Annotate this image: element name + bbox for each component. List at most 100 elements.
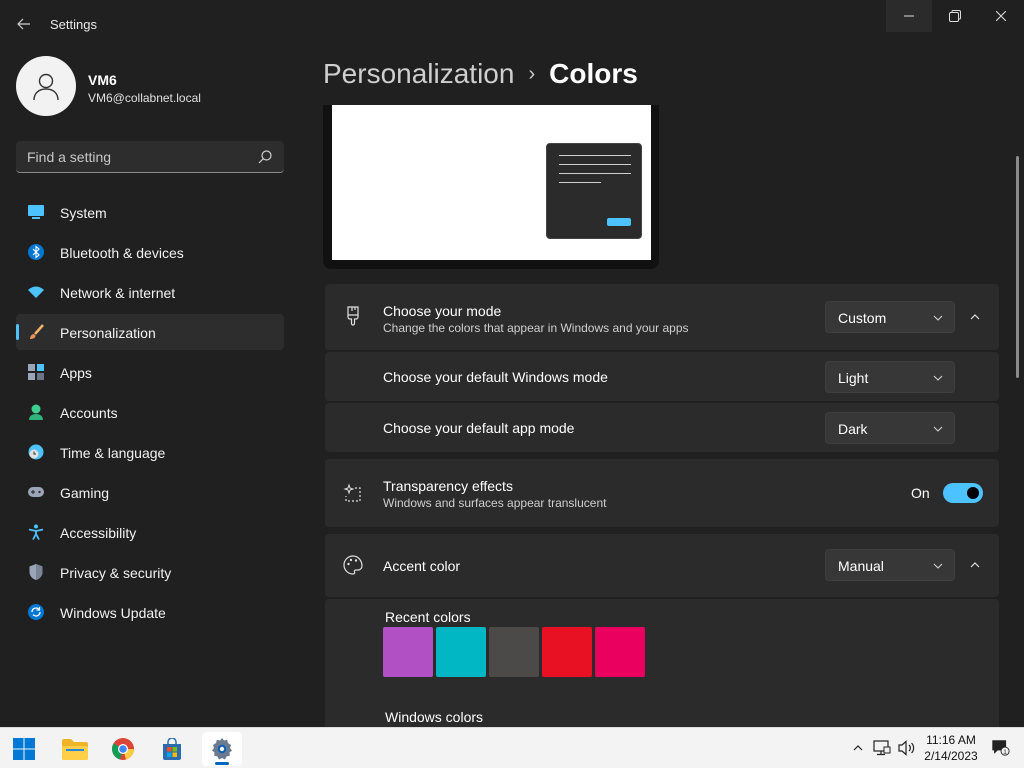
sidebar-item-personalization[interactable]: Personalization	[16, 314, 284, 350]
sidebar-item-label: Accessibility	[60, 525, 137, 541]
chevron-down-icon	[933, 315, 943, 321]
windows-mode-value: Light	[838, 370, 869, 386]
sidebar-item-privacy[interactable]: Privacy & security	[16, 554, 284, 590]
preview-line	[559, 182, 601, 183]
sidebar-item-time-language[interactable]: Time & language	[16, 434, 284, 470]
transparency-toggle[interactable]	[943, 483, 983, 503]
preview-accent-button	[607, 218, 631, 226]
sidebar-item-gaming[interactable]: Gaming	[16, 474, 284, 510]
app-title: Settings	[50, 17, 97, 32]
mode-collapse-button[interactable]	[963, 305, 987, 329]
sidebar-item-label: Bluetooth & devices	[60, 245, 184, 261]
start-button[interactable]	[4, 732, 44, 766]
back-button[interactable]	[12, 12, 36, 36]
taskbar: 11:16 AM 2/14/2023 1	[0, 727, 1024, 768]
mode-dropdown[interactable]: Custom	[825, 301, 955, 333]
page-title: Colors	[549, 58, 638, 89]
accent-dropdown[interactable]: Manual	[825, 549, 955, 581]
clock-date: 2/14/2023	[924, 749, 978, 763]
recent-color-swatch[interactable]	[383, 627, 433, 677]
minimize-button[interactable]	[886, 0, 932, 32]
accent-colors-panel: Recent colors Windows colors	[325, 599, 999, 727]
restore-icon	[949, 10, 961, 22]
close-button[interactable]	[978, 0, 1024, 32]
update-icon	[28, 604, 44, 620]
transparency-state-label: On	[911, 485, 930, 501]
windows-mode-row: Choose your default Windows mode Light	[325, 352, 999, 401]
sidebar-item-label: Personalization	[60, 325, 156, 341]
mode-subtitle: Change the colors that appear in Windows…	[383, 321, 689, 335]
shield-icon	[29, 564, 43, 580]
recent-color-swatch[interactable]	[436, 627, 486, 677]
windows-mode-dropdown[interactable]: Light	[825, 361, 955, 393]
sidebar-item-accounts[interactable]: Accounts	[16, 394, 284, 430]
wifi-icon	[28, 286, 44, 298]
sidebar-item-label: Gaming	[60, 485, 110, 501]
tray-overflow-button[interactable]	[849, 739, 867, 757]
transparency-title: Transparency effects	[383, 478, 513, 494]
sidebar-item-label: Apps	[60, 365, 92, 381]
taskbar-clock[interactable]: 11:16 AM 2/14/2023	[916, 732, 986, 764]
person-avatar-icon	[33, 73, 59, 101]
accent-card[interactable]: Accent color Manual	[325, 534, 999, 597]
mode-card[interactable]: Choose your mode Change the colors that …	[325, 284, 999, 350]
mode-title: Choose your mode	[383, 303, 502, 319]
sidebar-item-apps[interactable]: Apps	[16, 354, 284, 390]
notification-button[interactable]: 1	[992, 739, 1010, 757]
scrollbar[interactable]	[1016, 156, 1019, 378]
taskbar-store[interactable]	[152, 732, 192, 766]
recent-color-swatch[interactable]	[542, 627, 592, 677]
recent-color-swatch[interactable]	[595, 627, 645, 677]
recent-colors-label: Recent colors	[385, 609, 471, 625]
windows-start-icon	[13, 738, 35, 760]
title-bar: Settings	[0, 0, 1024, 48]
chevron-down-icon	[933, 426, 943, 432]
palette-icon	[343, 555, 363, 575]
transparency-card: Transparency effects Windows and surface…	[325, 459, 999, 527]
tray-network-button[interactable]	[873, 739, 891, 757]
sidebar-item-windows-update[interactable]: Windows Update	[16, 594, 284, 630]
volume-icon	[898, 740, 915, 756]
user-email: VM6@collabnet.local	[88, 91, 201, 105]
app-mode-dropdown[interactable]: Dark	[825, 412, 955, 444]
mode-dropdown-value: Custom	[838, 310, 887, 326]
taskbar-file-explorer[interactable]	[55, 732, 95, 766]
chevron-down-icon	[933, 563, 943, 569]
preview-line	[559, 155, 631, 156]
search-input[interactable]	[16, 141, 246, 172]
sidebar-item-network[interactable]: Network & internet	[16, 274, 284, 310]
preview-window	[546, 143, 642, 239]
sidebar-item-accessibility[interactable]: Accessibility	[16, 514, 284, 550]
taskbar-settings[interactable]	[202, 732, 242, 766]
sidebar-item-label: Time & language	[60, 445, 166, 461]
preview-line	[559, 164, 631, 165]
transparency-subtitle: Windows and surfaces appear translucent	[383, 496, 607, 510]
accent-title: Accent color	[383, 558, 461, 574]
search-box[interactable]	[16, 141, 284, 173]
chevron-down-icon	[933, 375, 943, 381]
clock-time: 11:16 AM	[926, 733, 976, 747]
paint-bucket-icon	[347, 306, 359, 326]
breadcrumb-separator: ›	[528, 63, 536, 85]
accent-collapse-button[interactable]	[963, 553, 987, 577]
toggle-knob	[967, 487, 979, 499]
recent-color-swatch[interactable]	[489, 627, 539, 677]
search-icon[interactable]	[257, 149, 273, 165]
sidebar-item-bluetooth[interactable]: Bluetooth & devices	[16, 234, 284, 270]
sidebar-item-system[interactable]: System	[16, 194, 284, 230]
accent-dropdown-value: Manual	[838, 558, 884, 574]
chevron-up-icon	[970, 562, 980, 568]
minimize-icon	[904, 15, 914, 17]
app-mode-row: Choose your default app mode Dark	[325, 403, 999, 452]
arrow-left-icon	[17, 18, 30, 30]
user-profile[interactable]: VM6 VM6@collabnet.local	[16, 56, 286, 118]
notification-icon: 1	[992, 740, 1010, 756]
taskbar-chrome[interactable]	[103, 732, 143, 766]
gamepad-icon	[28, 487, 44, 497]
maximize-button[interactable]	[932, 0, 978, 32]
avatar	[16, 56, 76, 116]
tray-volume-button[interactable]	[898, 739, 916, 757]
breadcrumb-parent[interactable]: Personalization	[323, 58, 514, 89]
theme-preview	[323, 105, 659, 269]
preview-line	[559, 173, 631, 174]
